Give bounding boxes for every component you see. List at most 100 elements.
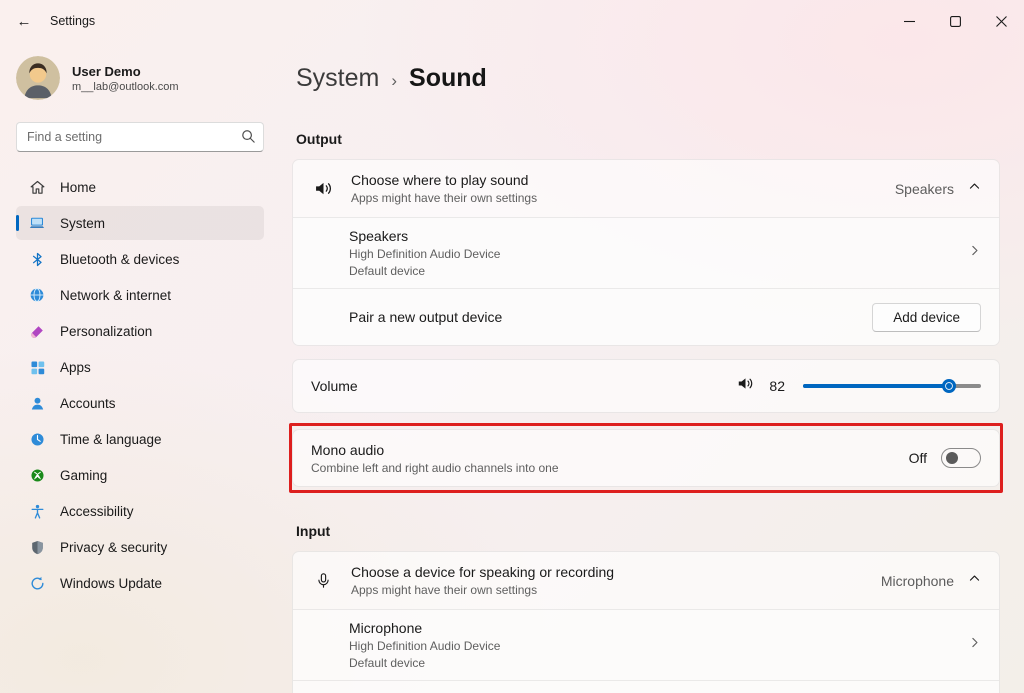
sidebar: User Demo m__lab@outlook.com Home: [0, 42, 280, 693]
page-title: Sound: [409, 64, 487, 92]
sidebar-item-label: Network & internet: [60, 287, 172, 303]
personalization-icon: [28, 322, 46, 340]
volume-value: 82: [769, 378, 785, 394]
maximize-button[interactable]: [932, 0, 978, 42]
volume-card: Volume 82: [292, 359, 1000, 413]
sidebar-item-personalization[interactable]: Personalization: [16, 314, 264, 348]
search-icon: [241, 129, 256, 149]
speakers-default-label: Default device: [349, 264, 426, 278]
search-box: [16, 122, 264, 152]
home-icon: [28, 178, 46, 196]
input-device-card: Choose a device for speaking or recordin…: [292, 551, 1000, 693]
sidebar-item-label: Apps: [60, 359, 91, 375]
microphone-default-label: Default device: [349, 656, 426, 670]
sidebar-item-windows-update[interactable]: Windows Update: [16, 566, 264, 600]
pair-input-row: Pair a new input device Add device: [293, 680, 999, 693]
titlebar: ← Settings: [0, 0, 1024, 42]
choose-output-row[interactable]: Choose where to play sound Apps might ha…: [293, 160, 999, 217]
user-profile[interactable]: User Demo m__lab@outlook.com: [16, 48, 264, 114]
accessibility-icon: [28, 502, 46, 520]
user-email: m__lab@outlook.com: [72, 80, 179, 93]
breadcrumb-separator: ›: [391, 71, 398, 90]
search-input[interactable]: [16, 122, 264, 152]
sidebar-item-label: Home: [60, 179, 97, 195]
choose-input-row[interactable]: Choose a device for speaking or recordin…: [293, 552, 999, 609]
input-device-value: Microphone: [880, 572, 954, 589]
chevron-right-icon: [968, 244, 981, 262]
sidebar-item-label: System: [60, 215, 106, 231]
speaker-icon: [311, 178, 335, 199]
sidebar-item-privacy-security[interactable]: Privacy & security: [16, 530, 264, 564]
sidebar-item-label: Accessibility: [60, 503, 134, 519]
mono-audio-card: Mono audio Combine left and right audio …: [292, 429, 1000, 487]
chevron-up-icon[interactable]: [968, 180, 981, 198]
time-language-icon: [28, 430, 46, 448]
accounts-icon: [28, 394, 46, 412]
main-content: System › Sound Output Choose where to pl…: [280, 42, 1024, 693]
breadcrumb: System › Sound: [292, 52, 1000, 93]
gaming-icon: [28, 466, 46, 484]
minimize-icon: [903, 20, 915, 22]
choose-input-subtitle: Apps might have their own settings: [351, 583, 538, 597]
mono-audio-subtitle: Combine left and right audio channels in…: [311, 460, 559, 475]
microphone-title: Microphone: [349, 620, 423, 636]
breadcrumb-system[interactable]: System: [296, 64, 379, 93]
settings-window: ← Settings User Demo m__lab@outlook.com …: [0, 0, 1024, 693]
avatar: [16, 56, 60, 100]
pair-output-row: Pair a new output device Add device: [293, 288, 999, 345]
microphone-device-name: High Definition Audio Device: [349, 639, 501, 653]
sidebar-item-home[interactable]: Home: [16, 170, 264, 204]
mono-audio-toggle[interactable]: [941, 448, 981, 468]
bluetooth-icon: [28, 250, 46, 268]
chevron-up-icon[interactable]: [968, 572, 981, 590]
microphone-icon: [311, 571, 335, 590]
mono-audio-title: Mono audio: [311, 441, 385, 458]
selection-accent-bar: [16, 215, 19, 231]
sidebar-nav: Home System Bluetooth & devices Network …: [16, 170, 264, 600]
microphone-device-row[interactable]: Microphone High Definition Audio Device …: [293, 609, 999, 680]
sidebar-item-label: Gaming: [60, 467, 108, 483]
output-device-value: Speakers: [894, 180, 954, 197]
choose-output-subtitle: Apps might have their own settings: [351, 191, 538, 205]
speakers-title: Speakers: [349, 228, 409, 244]
user-name: User Demo: [72, 63, 141, 79]
sidebar-item-label: Bluetooth & devices: [60, 251, 180, 267]
mono-audio-section: Mono audio Combine left and right audio …: [289, 423, 1003, 493]
volume-slider-thumb[interactable]: [941, 379, 956, 393]
close-icon: [995, 15, 1007, 27]
volume-speaker-icon[interactable]: [736, 374, 755, 398]
volume-slider[interactable]: [803, 376, 981, 396]
window-title: Settings: [50, 14, 96, 28]
maximize-icon: [949, 15, 961, 27]
back-button[interactable]: ←: [10, 7, 38, 35]
volume-slider-fill: [803, 384, 949, 388]
toggle-knob: [946, 452, 958, 464]
sidebar-item-label: Privacy & security: [60, 539, 168, 555]
sidebar-item-network-internet[interactable]: Network & internet: [16, 278, 264, 312]
pair-output-title: Pair a new output device: [349, 309, 503, 325]
speakers-device-row[interactable]: Speakers High Definition Audio Device De…: [293, 217, 999, 288]
choose-input-title: Choose a device for speaking or recordin…: [351, 564, 615, 580]
volume-title: Volume: [311, 378, 358, 394]
sidebar-item-accessibility[interactable]: Accessibility: [16, 494, 264, 528]
system-icon: [28, 214, 46, 232]
sidebar-item-system[interactable]: System: [16, 206, 264, 240]
output-device-card: Choose where to play sound Apps might ha…: [292, 159, 1000, 346]
privacy-icon: [28, 538, 46, 556]
chevron-right-icon: [968, 636, 981, 654]
close-button[interactable]: [978, 0, 1024, 42]
minimize-button[interactable]: [886, 0, 932, 42]
sidebar-item-label: Time & language: [60, 431, 162, 447]
sidebar-item-apps[interactable]: Apps: [16, 350, 264, 384]
window-controls: [886, 0, 1024, 42]
apps-icon: [28, 358, 46, 376]
sidebar-item-gaming[interactable]: Gaming: [16, 458, 264, 492]
output-section-heading: Output: [296, 131, 342, 147]
sidebar-item-time-language[interactable]: Time & language: [16, 422, 264, 456]
sidebar-item-accounts[interactable]: Accounts: [16, 386, 264, 420]
sidebar-item-bluetooth-devices[interactable]: Bluetooth & devices: [16, 242, 264, 276]
input-section-heading: Input: [296, 523, 331, 539]
add-output-device-button[interactable]: Add device: [872, 302, 981, 332]
windows-update-icon: [28, 574, 46, 592]
network-icon: [28, 286, 46, 304]
